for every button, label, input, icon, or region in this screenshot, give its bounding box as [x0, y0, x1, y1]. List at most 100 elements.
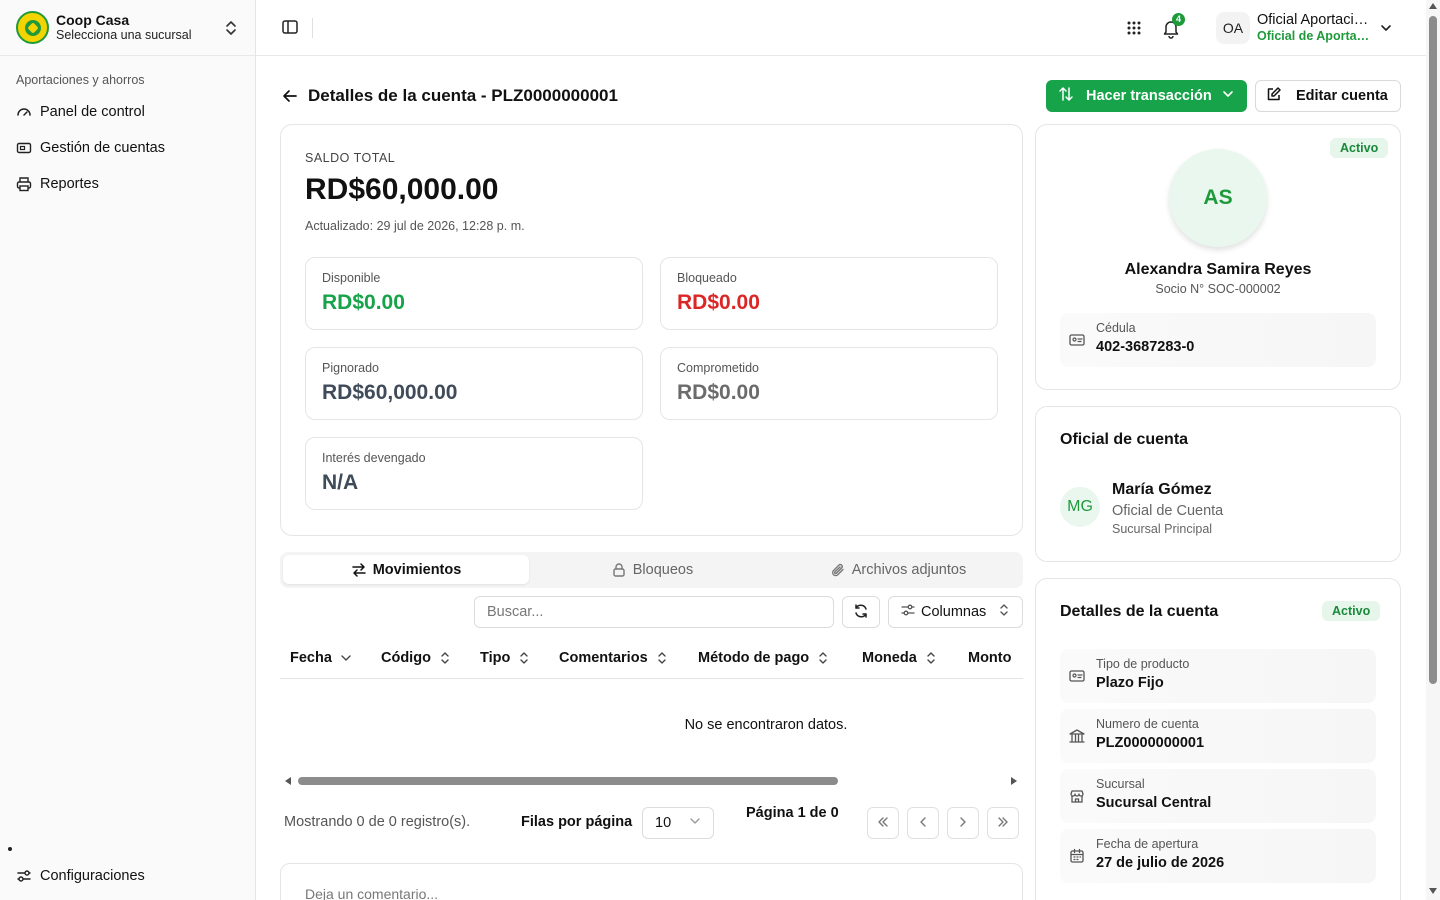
divider	[312, 18, 313, 38]
tab-blocks[interactable]: Bloqueos	[529, 555, 775, 584]
sidebar-item-settings[interactable]: Configuraciones	[8, 858, 247, 894]
mini-label: Interés devengado	[322, 451, 426, 465]
sidebar-item-label: Panel de control	[40, 104, 145, 120]
account-officer-card: Oficial de cuenta MG María Gómez Oficial…	[1035, 406, 1401, 562]
sidebar-item-label: Configuraciones	[40, 868, 145, 884]
info-label: Sucursal	[1096, 777, 1145, 791]
chevrons-up-down-icon	[998, 603, 1010, 621]
last-page-button[interactable]	[987, 807, 1019, 839]
sidebar-item-reports[interactable]: Reportes	[8, 166, 247, 202]
page-scrollbar[interactable]	[1426, 0, 1440, 900]
mini-label: Pignorado	[322, 361, 379, 375]
user-name: Oficial Aportaciones	[1257, 12, 1373, 28]
refresh-button[interactable]	[842, 596, 880, 628]
previous-page-button[interactable]	[907, 807, 939, 839]
tab-movements[interactable]: Movimientos	[283, 555, 529, 584]
branch-row: Sucursal Sucursal Central	[1060, 769, 1376, 823]
org-subtitle: Selecciona una sucursal	[56, 28, 192, 43]
chevron-right-icon	[956, 815, 970, 832]
columns-button[interactable]: Columnas	[888, 596, 1023, 628]
user-menu[interactable]: Oficial Aportaciones Oficial de Aportaci…	[1257, 12, 1373, 43]
info-value: 402-3687283-0	[1096, 339, 1195, 355]
user-avatar[interactable]: OA	[1216, 12, 1250, 44]
mini-label: Disponible	[322, 271, 381, 285]
mini-value: RD$0.00	[677, 381, 760, 404]
chevron-down-icon[interactable]	[1376, 18, 1396, 38]
rows-per-page-select[interactable]: 10	[642, 807, 714, 839]
topbar: 4 OA Oficial Aportaciones Oficial de Apo…	[256, 0, 1426, 56]
column-header-code[interactable]: Código	[381, 650, 451, 666]
edit-account-button[interactable]: Editar cuenta	[1255, 80, 1401, 112]
opening-date-row: Fecha de apertura 27 de julio de 2026	[1060, 829, 1376, 883]
tab-label: Bloqueos	[632, 561, 694, 578]
column-header-comments[interactable]: Comentarios	[559, 650, 668, 666]
scroll-up-arrow[interactable]	[1429, 3, 1437, 9]
status-badge: Activo	[1330, 138, 1389, 158]
total-balance-label: SALDO TOTAL	[305, 151, 396, 165]
first-page-button[interactable]	[867, 807, 899, 839]
info-value: Sucursal Central	[1096, 795, 1212, 811]
org-switcher[interactable]: Coop Casa Selecciona una sucursal	[0, 0, 255, 56]
mini-value: RD$0.00	[322, 291, 405, 314]
column-header-label: Moneda	[862, 650, 917, 666]
sidebar-item-dashboard[interactable]: Panel de control	[8, 94, 247, 130]
column-header-currency[interactable]: Moneda	[862, 650, 937, 666]
sort-icon	[817, 651, 829, 665]
page-title: Detalles de la cuenta - PLZ0000000001	[308, 86, 618, 105]
sort-icon	[439, 651, 451, 665]
account-details-card: Detalles de la cuenta Activo Tipo de pro…	[1035, 578, 1401, 900]
column-header-payment-method[interactable]: Método de pago	[698, 650, 829, 666]
column-header-label: Fecha	[290, 650, 332, 666]
scrollbar-thumb[interactable]	[298, 777, 838, 785]
comment-placeholder: Deja un comentario...	[305, 886, 439, 900]
card-title: Detalles de la cuenta	[1060, 603, 1219, 620]
member-name: Alexandra Samira Reyes	[1124, 261, 1312, 278]
member-number: Socio N° SOC-000002	[1155, 282, 1281, 296]
mini-label: Comprometido	[677, 361, 759, 375]
arrow-left-icon[interactable]	[280, 86, 300, 106]
info-value: PLZ0000000001	[1096, 735, 1205, 751]
sidebar-toggle-icon[interactable]	[280, 17, 300, 37]
paperclip-icon	[830, 562, 846, 578]
chevron-down-icon	[689, 815, 701, 831]
sidebar: Coop Casa Selecciona una sucursal Aporta…	[0, 0, 256, 900]
comment-box[interactable]: Deja un comentario...	[280, 863, 1023, 900]
org-name: Coop Casa	[56, 11, 130, 28]
column-header-label: Método de pago	[698, 650, 810, 666]
info-value: 27 de julio de 2026	[1096, 855, 1225, 871]
committed-balance: Comprometido RD$0.00	[660, 347, 998, 420]
make-transaction-button[interactable]: Hacer transacción	[1046, 80, 1247, 112]
indicator-dot	[8, 847, 12, 851]
tab-attachments[interactable]: Archivos adjuntos	[775, 555, 1021, 584]
sidebar-item-label: Gestión de cuentas	[40, 140, 165, 156]
tab-list: Movimientos Bloqueos Archivos adjuntos	[280, 552, 1023, 588]
printer-icon	[16, 176, 32, 192]
mini-value: N/A	[322, 471, 359, 494]
column-header-type[interactable]: Tipo	[480, 650, 530, 666]
column-header-amount[interactable]: Monto	[968, 650, 1011, 666]
scrollbar-thumb[interactable]	[1429, 16, 1437, 684]
tab-label: Archivos adjuntos	[851, 561, 967, 578]
scroll-down-arrow[interactable]	[1429, 888, 1437, 894]
table-horizontal-scrollbar[interactable]	[283, 774, 1019, 788]
columns-label: Columnas	[921, 604, 987, 620]
gauge-icon	[16, 104, 32, 120]
apps-grid-icon[interactable]	[1124, 18, 1144, 38]
sort-icon	[925, 651, 937, 665]
info-label: Fecha de apertura	[1096, 837, 1199, 851]
available-balance: Disponible RD$0.00	[305, 257, 643, 330]
user-role: Oficial de Aportaciones	[1257, 28, 1373, 43]
id-card-icon	[1068, 667, 1086, 685]
chevrons-up-down-icon	[221, 18, 241, 38]
column-header-date[interactable]: Fecha	[290, 650, 352, 666]
calendar-icon	[1068, 847, 1086, 865]
table-header: Fecha Código Tipo Comentarios Método de …	[280, 640, 1023, 679]
edit-icon	[1266, 86, 1282, 106]
column-header-label: Código	[381, 650, 431, 666]
scroll-left-arrow[interactable]	[285, 777, 291, 785]
search-input[interactable]	[474, 596, 834, 628]
info-label: Numero de cuenta	[1096, 717, 1199, 731]
sidebar-item-accounts[interactable]: Gestión de cuentas	[8, 130, 247, 166]
next-page-button[interactable]	[947, 807, 979, 839]
scroll-right-arrow[interactable]	[1011, 777, 1017, 785]
